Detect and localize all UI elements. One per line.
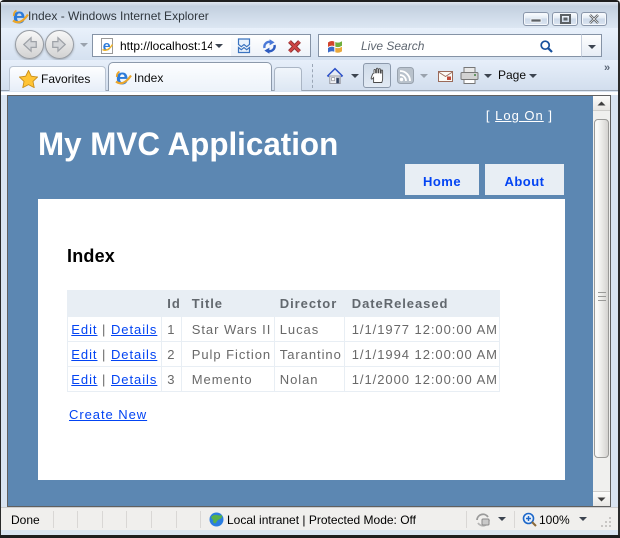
svg-text:e: e <box>103 38 111 54</box>
